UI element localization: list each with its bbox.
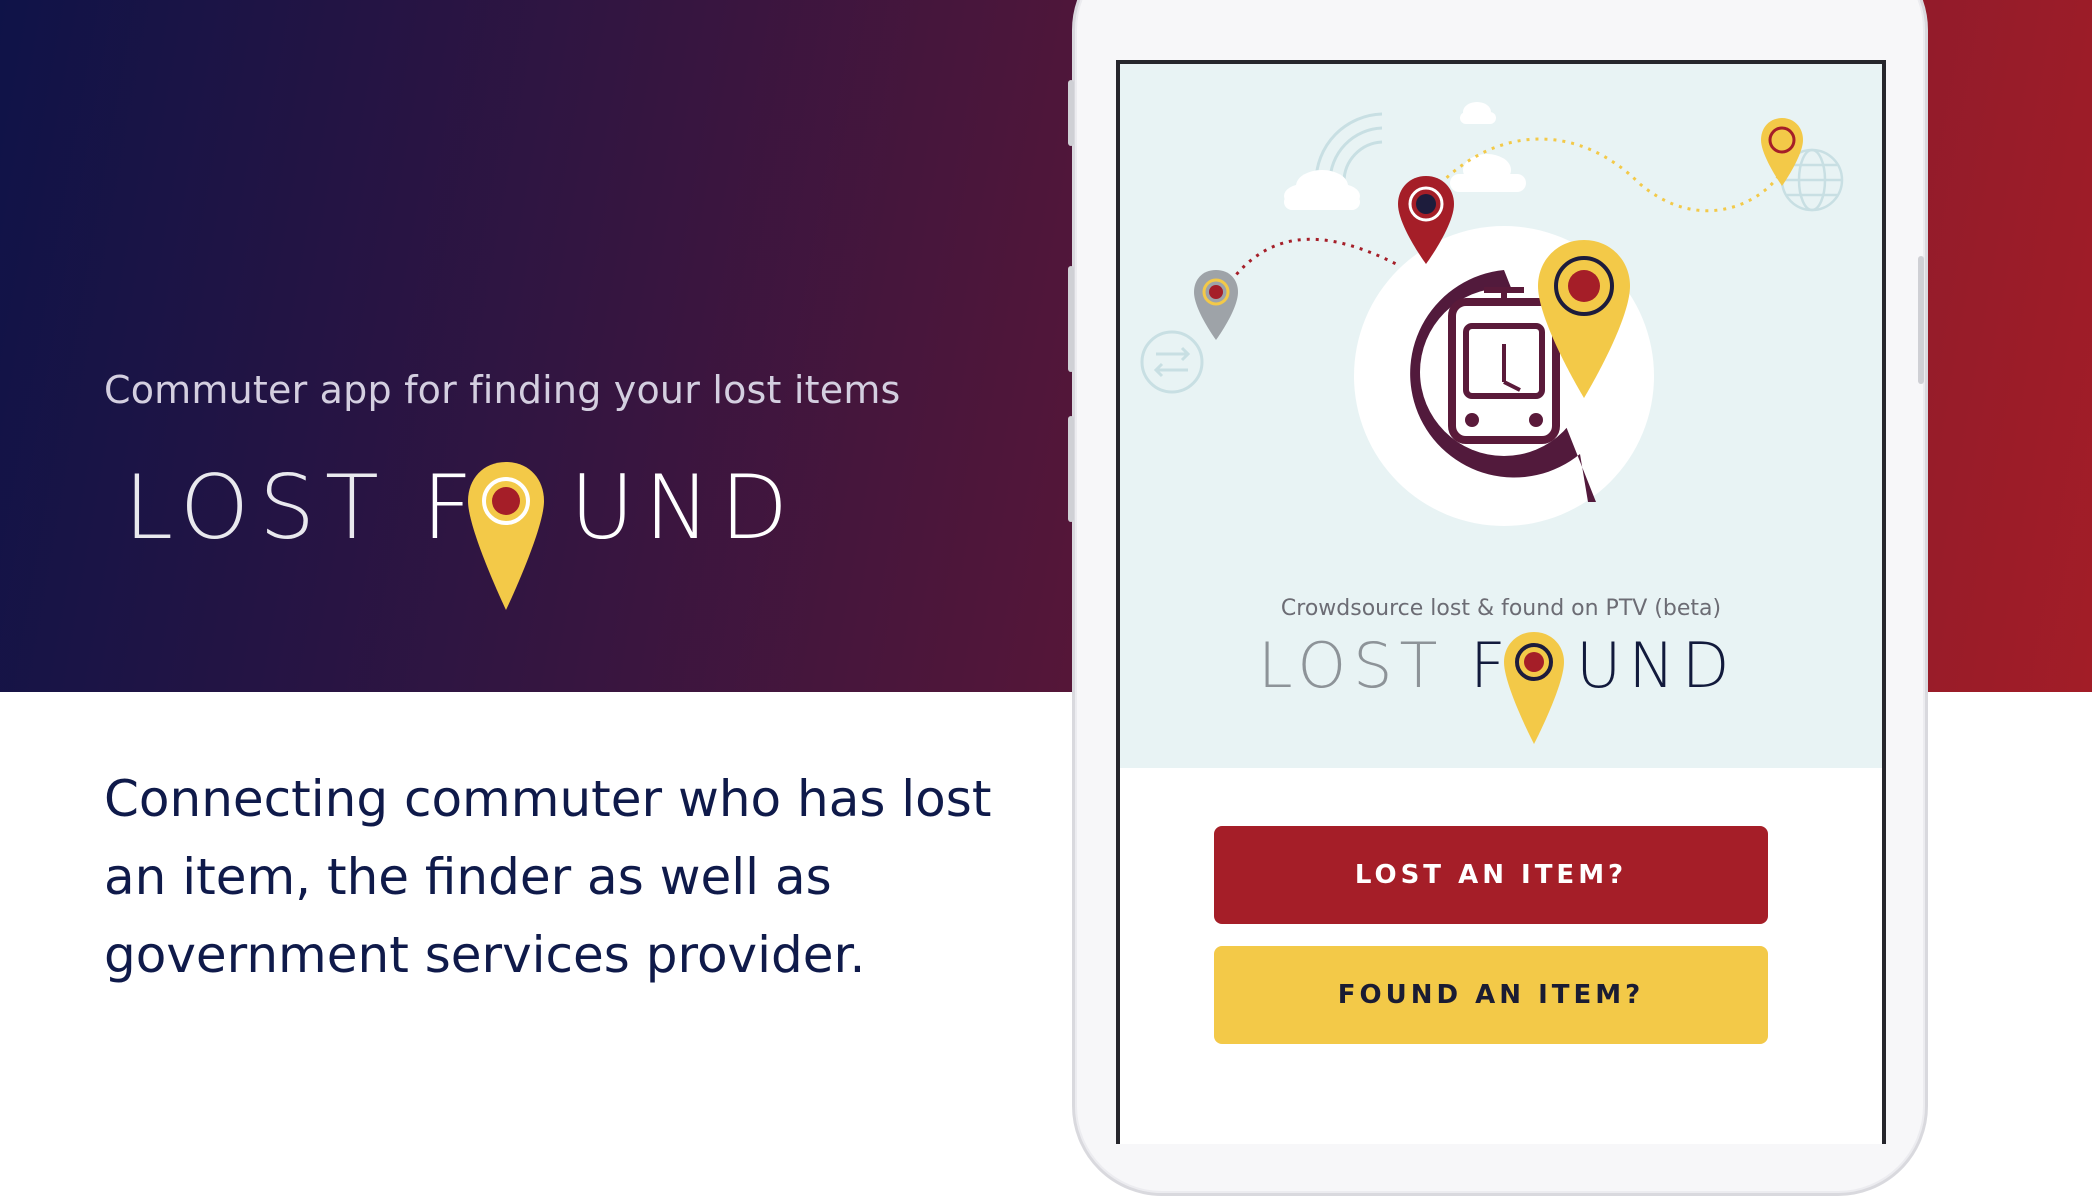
cloud-icon [1284, 170, 1360, 210]
logo-word-lost: LOST [1258, 629, 1445, 702]
cloud-icon [1460, 102, 1496, 124]
screen-subtitle: Crowdsource lost & found on PTV (beta) [1280, 596, 1722, 621]
tagline: Commuter app for finding your lost items [104, 368, 901, 412]
logo-word-lost: LOST [124, 456, 389, 559]
cloud-icon [1450, 154, 1526, 192]
logo-word-und: UND [1576, 629, 1737, 702]
lost-an-item-button[interactable]: LOST AN ITEM? [1214, 826, 1768, 924]
map-pin-icon [1761, 118, 1803, 186]
illustration [1140, 102, 1844, 526]
phone-volume-up [1068, 266, 1074, 372]
lost-found-logo: LOST F UND [124, 458, 804, 618]
map-pin-icon [1194, 270, 1238, 340]
phone-power-button [1918, 256, 1924, 384]
map-pin-icon [1504, 632, 1564, 744]
description-text: Connecting commuter who has lost an item… [104, 770, 992, 984]
logo-word-und: UND [570, 456, 798, 559]
phone-volume-down [1068, 416, 1074, 522]
transfer-icon [1140, 330, 1204, 394]
map-pin-icon [468, 462, 544, 610]
phone-mute-switch [1068, 80, 1074, 146]
found-an-item-button[interactable]: FOUND AN ITEM? [1214, 946, 1768, 1044]
lost-found-logo-small: LOST F UND [1258, 630, 1758, 750]
phone-screen: Crowdsource lost & found on PTV (beta) L… [1116, 60, 1886, 1144]
screen-header: Crowdsource lost & found on PTV (beta) L… [1120, 64, 1882, 768]
